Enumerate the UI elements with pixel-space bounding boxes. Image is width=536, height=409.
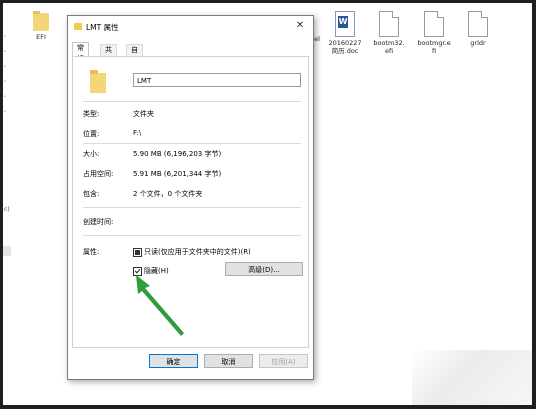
annotation-arrow — [136, 275, 184, 336]
desktop: ’ ’ ’ ’ ’ ’ c) EFI bel W 20160227 简历.doc… — [3, 3, 532, 405]
arrow-shape — [136, 275, 184, 336]
